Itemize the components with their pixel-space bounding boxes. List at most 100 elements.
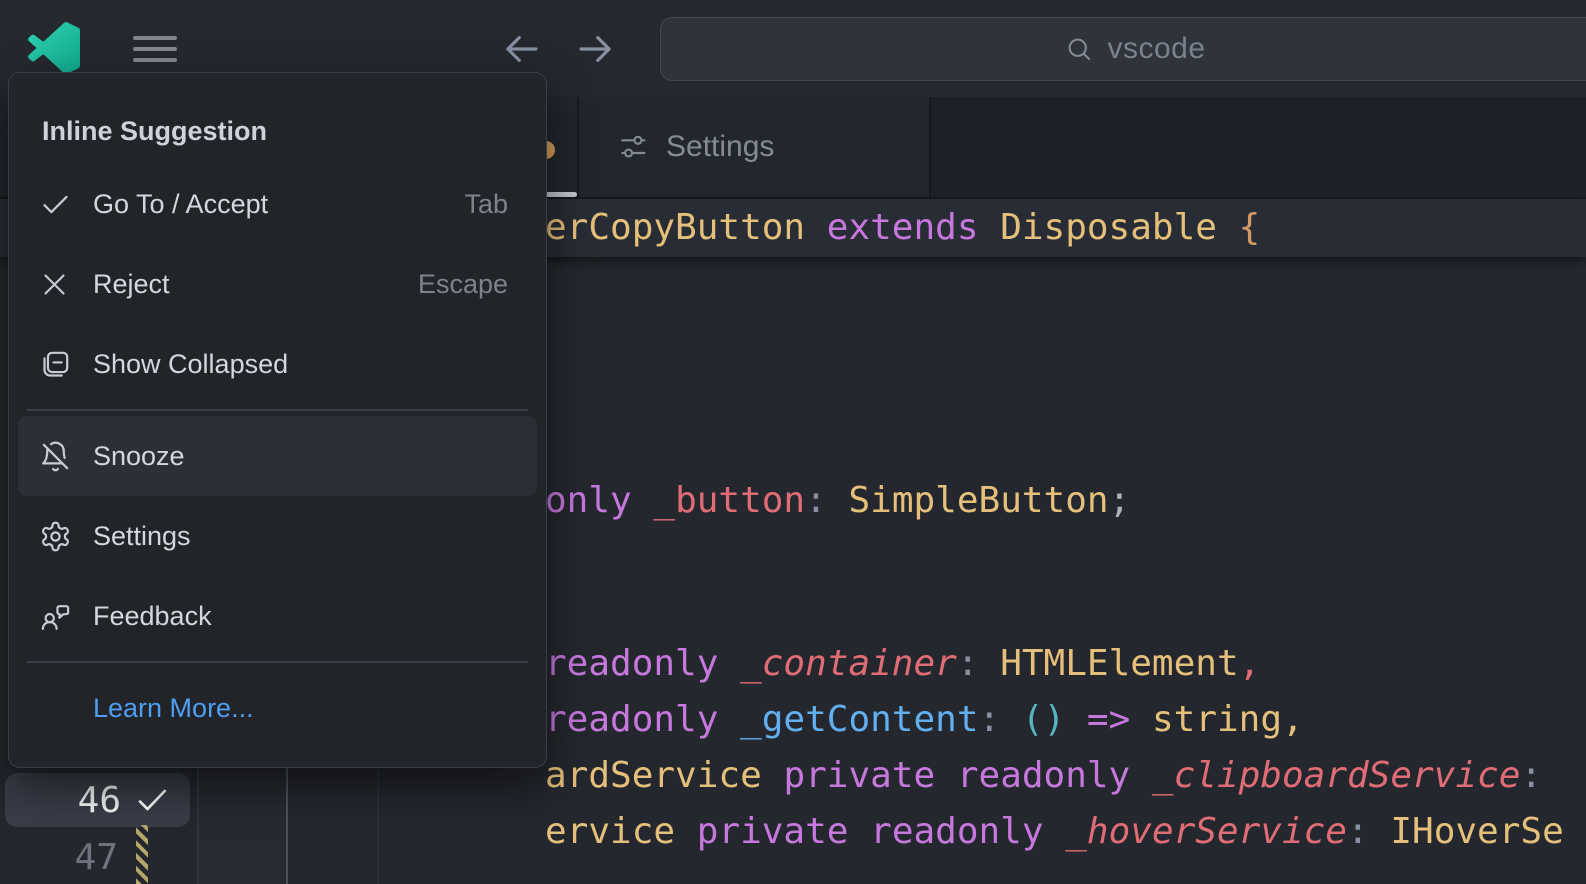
code-token: { [1238,207,1261,248]
menu-item-label: Go To / Accept [93,188,269,219]
modified-lines-gutter-stripe [136,825,148,884]
code-token: only [545,480,632,521]
check-icon [43,195,68,213]
active-tab-indicator [545,192,577,197]
gear-icon [42,521,69,551]
bell-off-icon [42,441,69,471]
check-icon [138,789,167,811]
tab-settings-label: Settings [666,130,775,163]
indent-guide [286,764,288,884]
code-token: readonly [545,699,719,740]
code-token: , [1238,643,1261,684]
search-icon [1069,38,1091,60]
code-token: HTMLElement [1000,643,1239,684]
command-center-search[interactable]: vscode [660,17,1586,81]
code-token: IHoverSe [1390,811,1564,852]
code-token: readonly [545,643,719,684]
back-arrow-icon[interactable] [500,28,542,70]
gutter-tint [199,764,286,884]
menu-item-shortcut: Escape [417,268,508,299]
menu-item-label: Settings [93,520,191,551]
code-token: private [783,755,936,796]
code-token: () [1021,699,1066,740]
menu-item-label: Feedback [93,600,212,631]
code-token: erCopyButton [545,207,806,248]
code-token: : [978,699,1001,740]
line-number-46: 46 [77,779,121,821]
code-token: : [805,480,827,521]
code-line: readonly _container: HTMLElement, [545,636,1260,692]
tab-settings[interactable]: Settings [577,97,931,197]
menu-item-label: Snooze [93,440,185,471]
code-token: ervice [545,811,676,852]
code-token: : [956,643,979,684]
code-token: _getContent [740,699,979,740]
menu-divider [27,661,528,663]
search-query-text: vscode [1107,32,1206,65]
menu-title: Inline Suggestion [42,116,268,146]
menu-hamburger-icon[interactable] [133,36,177,62]
collapse-icon [43,351,69,377]
code-token: ardService [545,755,762,796]
code-token: private [696,811,849,852]
menu-divider [27,409,528,411]
line-number-47: 47 [74,837,118,878]
x-icon [44,273,65,295]
code-line: ardService private readonly _clipboardSe… [545,748,1542,804]
indent-guide [377,764,379,884]
code-line: erCopyButton extends Disposable { [545,199,1260,257]
menu-item-shortcut: Tab [464,188,508,219]
code-token: : [1520,755,1543,796]
menu-item-go-to-accept[interactable]: Go To / Accept Tab [9,164,546,244]
code-line: only _button: SimpleButton; [545,473,1130,529]
code-token: _button [653,480,806,521]
menu-item-snooze[interactable]: Snooze [18,416,537,496]
code-token: => [1086,699,1131,740]
learn-more-link[interactable]: Learn More... [9,668,546,748]
code-token: extends [826,207,979,248]
code-token: Disposable [1000,207,1217,248]
menu-item-label: Show Collapsed [93,348,289,379]
gutter-boundary-line [197,764,199,884]
inline-suggestion-menu: Inline Suggestion Go To / Accept Tab Rej… [8,72,547,768]
code-token: ; [1108,480,1131,521]
menu-item-settings[interactable]: Settings [9,496,546,576]
code-line: ervice private readonly _hoverService: I… [545,804,1564,860]
forward-arrow-icon[interactable] [575,28,617,70]
code-token: , [1282,699,1304,740]
menu-item-label: Reject [93,268,170,299]
accepted-line-gutter-widget[interactable]: 46 [5,773,190,827]
code-token: string [1151,699,1283,740]
menu-item-show-collapsed[interactable]: Show Collapsed [9,324,546,404]
code-token: : [1346,811,1369,852]
code-token: _hoverService [1065,811,1347,852]
vscode-window: vscode Settings erCopyButton extends Dis… [0,0,1586,884]
code-token: _clipboardService [1151,755,1521,796]
code-token: readonly [956,755,1131,796]
menu-item-reject[interactable]: Reject Escape [9,244,546,324]
vscode-logo-icon [28,22,80,74]
code-token: readonly [870,811,1044,852]
sliders-icon [621,135,646,158]
code-token: _container [740,643,957,684]
person-chat-icon [41,604,70,630]
menu-item-feedback[interactable]: Feedback [9,576,546,656]
